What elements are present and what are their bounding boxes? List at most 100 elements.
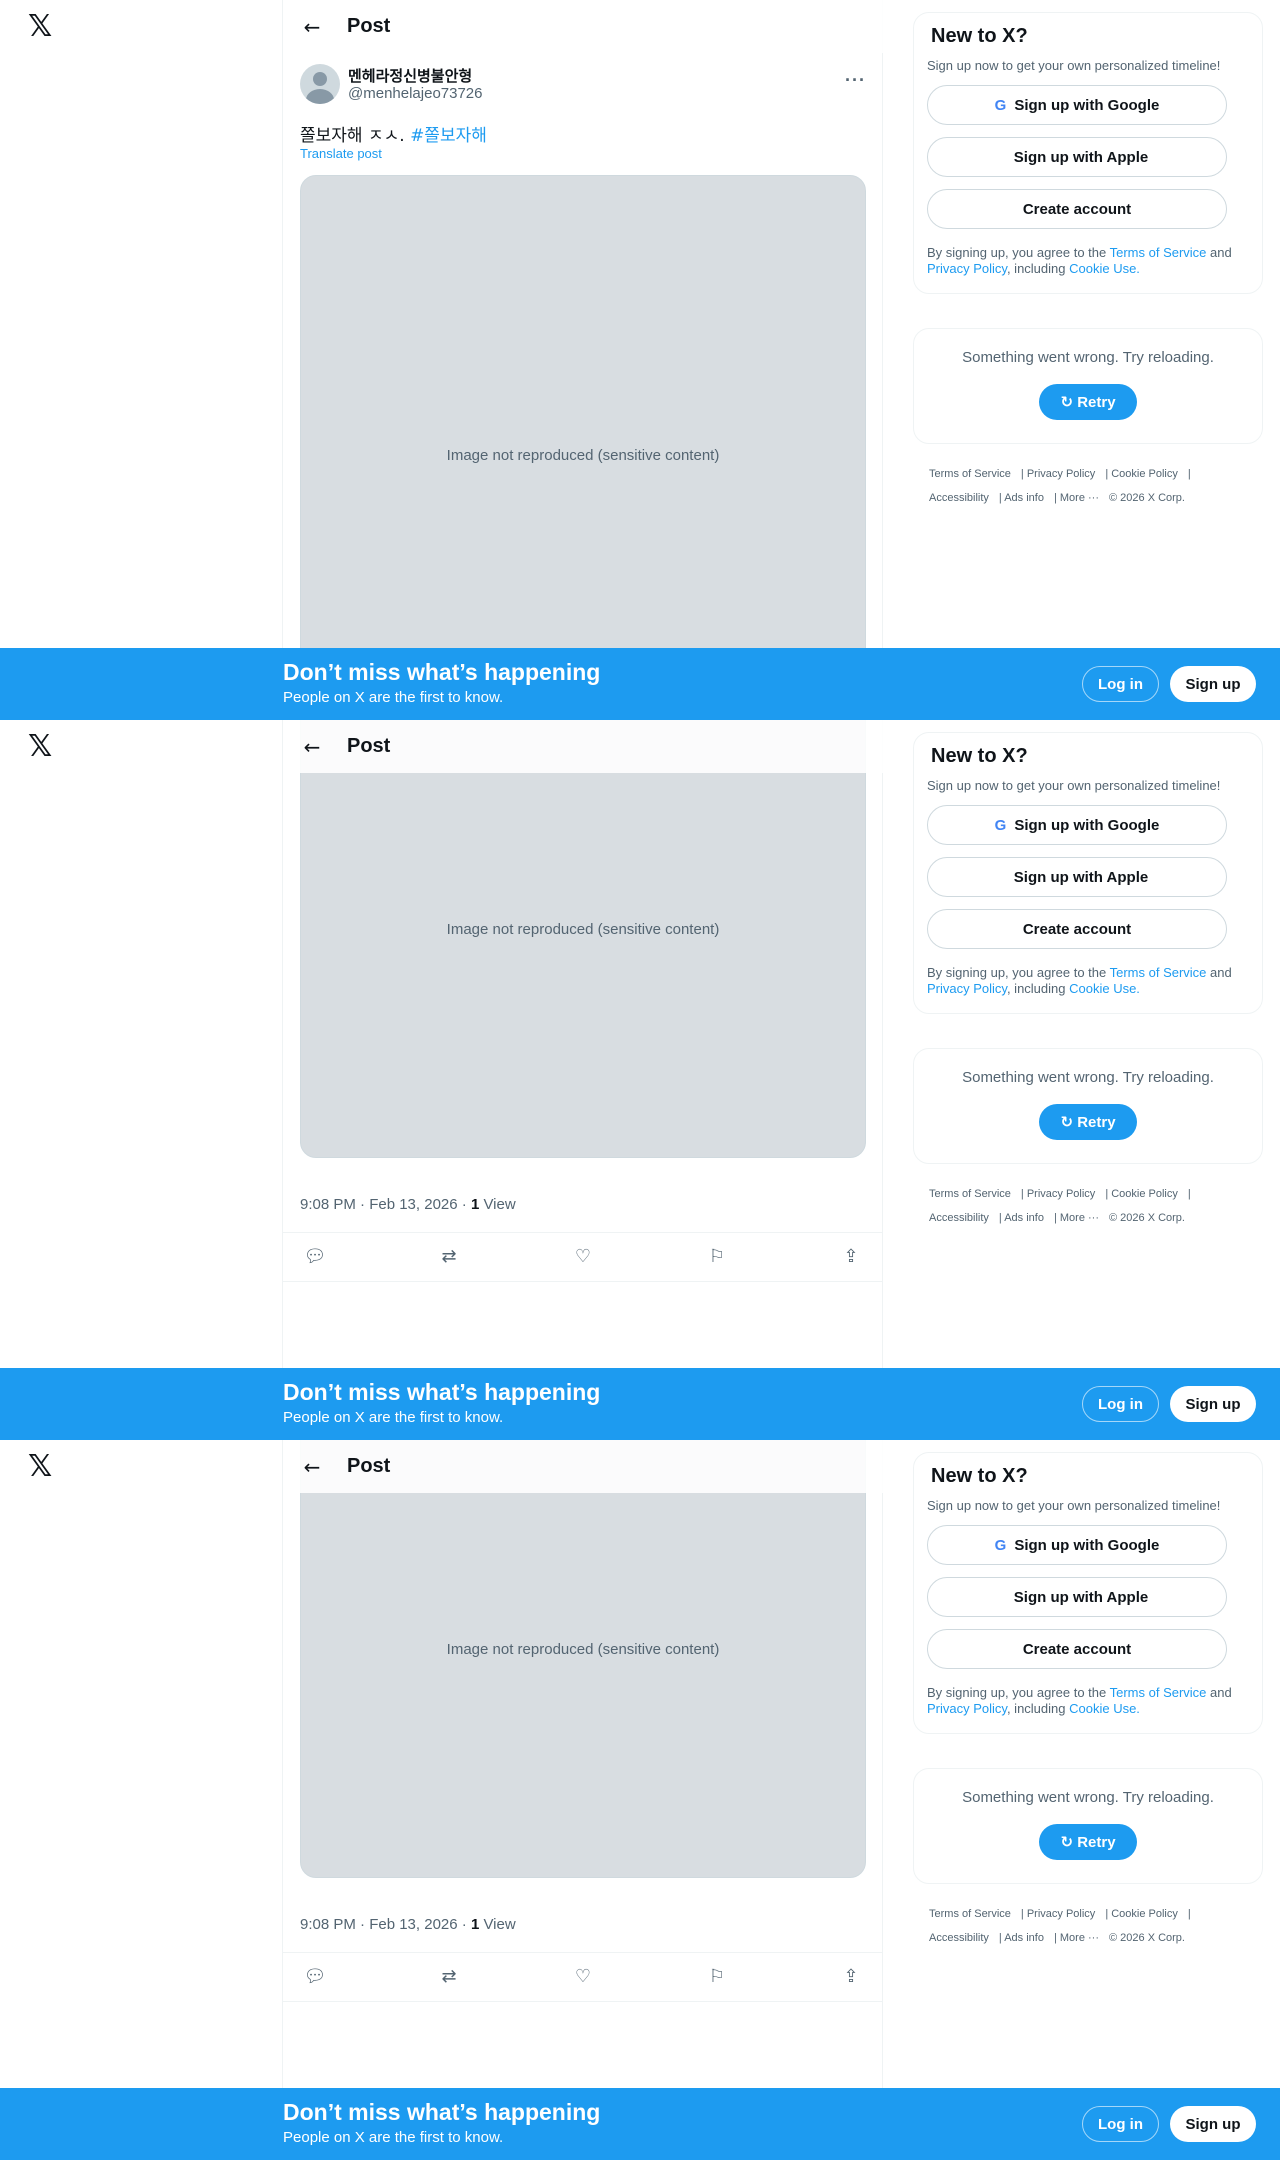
error-message: Something went wrong. Try reloading. (962, 1069, 1214, 1086)
legal-and: and (1206, 245, 1232, 260)
translate-post-link[interactable]: Translate post (300, 146, 382, 161)
timestamp-text[interactable]: 9:08 PM · Feb 13, 2026 · (300, 1916, 471, 1933)
avatar[interactable] (300, 64, 340, 104)
apple-signup-button[interactable]: Sign up with Apple (927, 137, 1227, 177)
signup-button[interactable]: Sign up (1170, 666, 1256, 702)
footer-ads[interactable]: Ads info (1004, 492, 1044, 504)
apple-signup-label: Sign up with Apple (1013, 868, 1149, 886)
google-signup-button[interactable]: G Sign up with Google (927, 1525, 1227, 1565)
x-logo-icon[interactable]: 𝕏 (28, 12, 58, 42)
footer-privacy[interactable]: Privacy Policy (1027, 1188, 1095, 1200)
repost-icon[interactable]: ⇄ (437, 1965, 461, 1989)
footer-more[interactable]: More ··· (1060, 1212, 1099, 1224)
google-icon: G (994, 1536, 1007, 1554)
cookie-link[interactable]: Cookie Use. (1069, 261, 1140, 276)
google-signup-label: Sign up with Google (1014, 1536, 1160, 1554)
footer-more[interactable]: More ··· (1060, 1932, 1099, 1944)
reply-icon[interactable]: 💬︎ (303, 1245, 327, 1269)
legal-and: and (1206, 965, 1232, 980)
cookie-link[interactable]: Cookie Use. (1069, 1701, 1140, 1716)
footer-terms[interactable]: Terms of Service (929, 468, 1011, 480)
banner-title: Don’t miss what’s happening (283, 2099, 601, 2125)
footer-cookie[interactable]: Cookie Policy (1111, 468, 1178, 480)
footer-accessibility[interactable]: Accessibility (929, 1212, 989, 1224)
bookmark-icon[interactable]: ⚐ (705, 1965, 729, 1989)
post-media-placeholder[interactable]: Image not reproduced (sensitive content) (300, 720, 866, 1158)
footer-more[interactable]: More ··· (1060, 492, 1099, 504)
main-column: ← Post Image not reproduced (sensitive c… (282, 1440, 883, 2160)
signup-button[interactable]: Sign up (1170, 1386, 1256, 1422)
login-button[interactable]: Log in (1082, 666, 1159, 702)
views-label: View (479, 1916, 516, 1933)
google-signup-button[interactable]: G Sign up with Google (927, 805, 1227, 845)
back-arrow-icon[interactable]: ← (295, 1450, 329, 1484)
footer-terms[interactable]: Terms of Service (929, 1188, 1011, 1200)
footer-accessibility[interactable]: Accessibility (929, 492, 989, 504)
x-logo-icon[interactable]: 𝕏 (28, 1452, 58, 1482)
signup-legal: By signing up, you agree to the Terms of… (927, 1685, 1249, 1717)
post-author: 멘헤라정신병불안형 @menhelajeo73726 ··· (300, 64, 866, 104)
privacy-link[interactable]: Privacy Policy (927, 981, 1007, 996)
apple-signup-button[interactable]: Sign up with Apple (927, 1577, 1227, 1617)
more-options-icon[interactable]: ··· (845, 70, 866, 91)
repost-icon[interactable]: ⇄ (437, 1245, 461, 1269)
terms-link[interactable]: Terms of Service (1110, 1685, 1207, 1700)
x-logo-icon[interactable]: 𝕏 (28, 732, 58, 762)
retry-button[interactable]: ↻ Retry (1039, 384, 1137, 420)
create-account-button[interactable]: Create account (927, 909, 1227, 949)
reply-icon[interactable]: 💬︎ (303, 1965, 327, 1989)
privacy-link[interactable]: Privacy Policy (927, 261, 1007, 276)
legal-prefix: By signing up, you agree to the (927, 245, 1110, 260)
like-icon[interactable]: ♡ (571, 1245, 595, 1269)
footer-accessibility[interactable]: Accessibility (929, 1932, 989, 1944)
legal-including: , including (1006, 261, 1070, 276)
login-button[interactable]: Log in (1082, 2106, 1159, 2142)
footer-ads[interactable]: Ads info (1004, 1932, 1044, 1944)
post-media-placeholder[interactable]: Image not reproduced (sensitive content) (300, 175, 866, 720)
google-signup-button[interactable]: G Sign up with Google (927, 85, 1227, 125)
footer-copyright: © 2026 X Corp. (1109, 492, 1185, 504)
footer-privacy[interactable]: Privacy Policy (1027, 1908, 1095, 1920)
post-media-placeholder[interactable]: Image not reproduced (sensitive content) (300, 1440, 866, 1878)
signup-legal: By signing up, you agree to the Terms of… (927, 245, 1249, 277)
footer-cookie[interactable]: Cookie Policy (1111, 1908, 1178, 1920)
share-icon[interactable]: ⇪ (839, 1965, 863, 1989)
create-account-button[interactable]: Create account (927, 1629, 1227, 1669)
post-header: ← Post (283, 0, 883, 53)
author-handle[interactable]: @menhelajeo73726 (348, 85, 483, 102)
terms-link[interactable]: Terms of Service (1110, 245, 1207, 260)
retry-button[interactable]: ↻ Retry (1039, 1824, 1137, 1860)
retry-button[interactable]: ↻ Retry (1039, 1104, 1137, 1140)
bookmark-icon[interactable]: ⚐ (705, 1245, 729, 1269)
cookie-link[interactable]: Cookie Use. (1069, 981, 1140, 996)
signup-banner: Don’t miss what’s happening People on X … (0, 648, 1280, 720)
post-timestamp: 9:08 PM · Feb 13, 2026 · 1 View (300, 1916, 516, 1933)
footer-privacy[interactable]: Privacy Policy (1027, 468, 1095, 480)
terms-link[interactable]: Terms of Service (1110, 965, 1207, 980)
legal-and: and (1206, 1685, 1232, 1700)
login-button[interactable]: Log in (1082, 1386, 1159, 1422)
banner-subtitle: People on X are the first to know. (283, 689, 504, 706)
like-icon[interactable]: ♡ (571, 1965, 595, 1989)
hashtag-link[interactable]: #쫄보자해 (410, 126, 487, 146)
main-column: ← Post 멘헤라정신병불안형 @menhelajeo73726 ··· 쫄보… (282, 0, 883, 720)
error-message: Something went wrong. Try reloading. (962, 1789, 1214, 1806)
signup-subtitle: Sign up now to get your own personalized… (927, 778, 1221, 793)
footer-cookie[interactable]: Cookie Policy (1111, 1188, 1178, 1200)
create-account-button[interactable]: Create account (927, 189, 1227, 229)
author-name[interactable]: 멘헤라정신병불안형 (348, 65, 472, 86)
apple-signup-button[interactable]: Sign up with Apple (927, 857, 1227, 897)
google-icon: G (994, 96, 1007, 114)
screen-section-3: 𝕏 ← Post Image not reproduced (sensitive… (0, 1440, 1280, 2160)
retry-label: Retry (1077, 1113, 1116, 1131)
timestamp-text[interactable]: 9:08 PM · Feb 13, 2026 · (300, 1196, 471, 1213)
share-icon[interactable]: ⇪ (839, 1245, 863, 1269)
sidebar: New to X? Sign up now to get your own pe… (913, 12, 1263, 510)
signup-button[interactable]: Sign up (1170, 2106, 1256, 2142)
privacy-link[interactable]: Privacy Policy (927, 1701, 1007, 1716)
page-title: Post (347, 15, 391, 37)
back-arrow-icon[interactable]: ← (295, 730, 329, 764)
back-arrow-icon[interactable]: ← (295, 10, 329, 44)
footer-terms[interactable]: Terms of Service (929, 1908, 1011, 1920)
footer-ads[interactable]: Ads info (1004, 1212, 1044, 1224)
